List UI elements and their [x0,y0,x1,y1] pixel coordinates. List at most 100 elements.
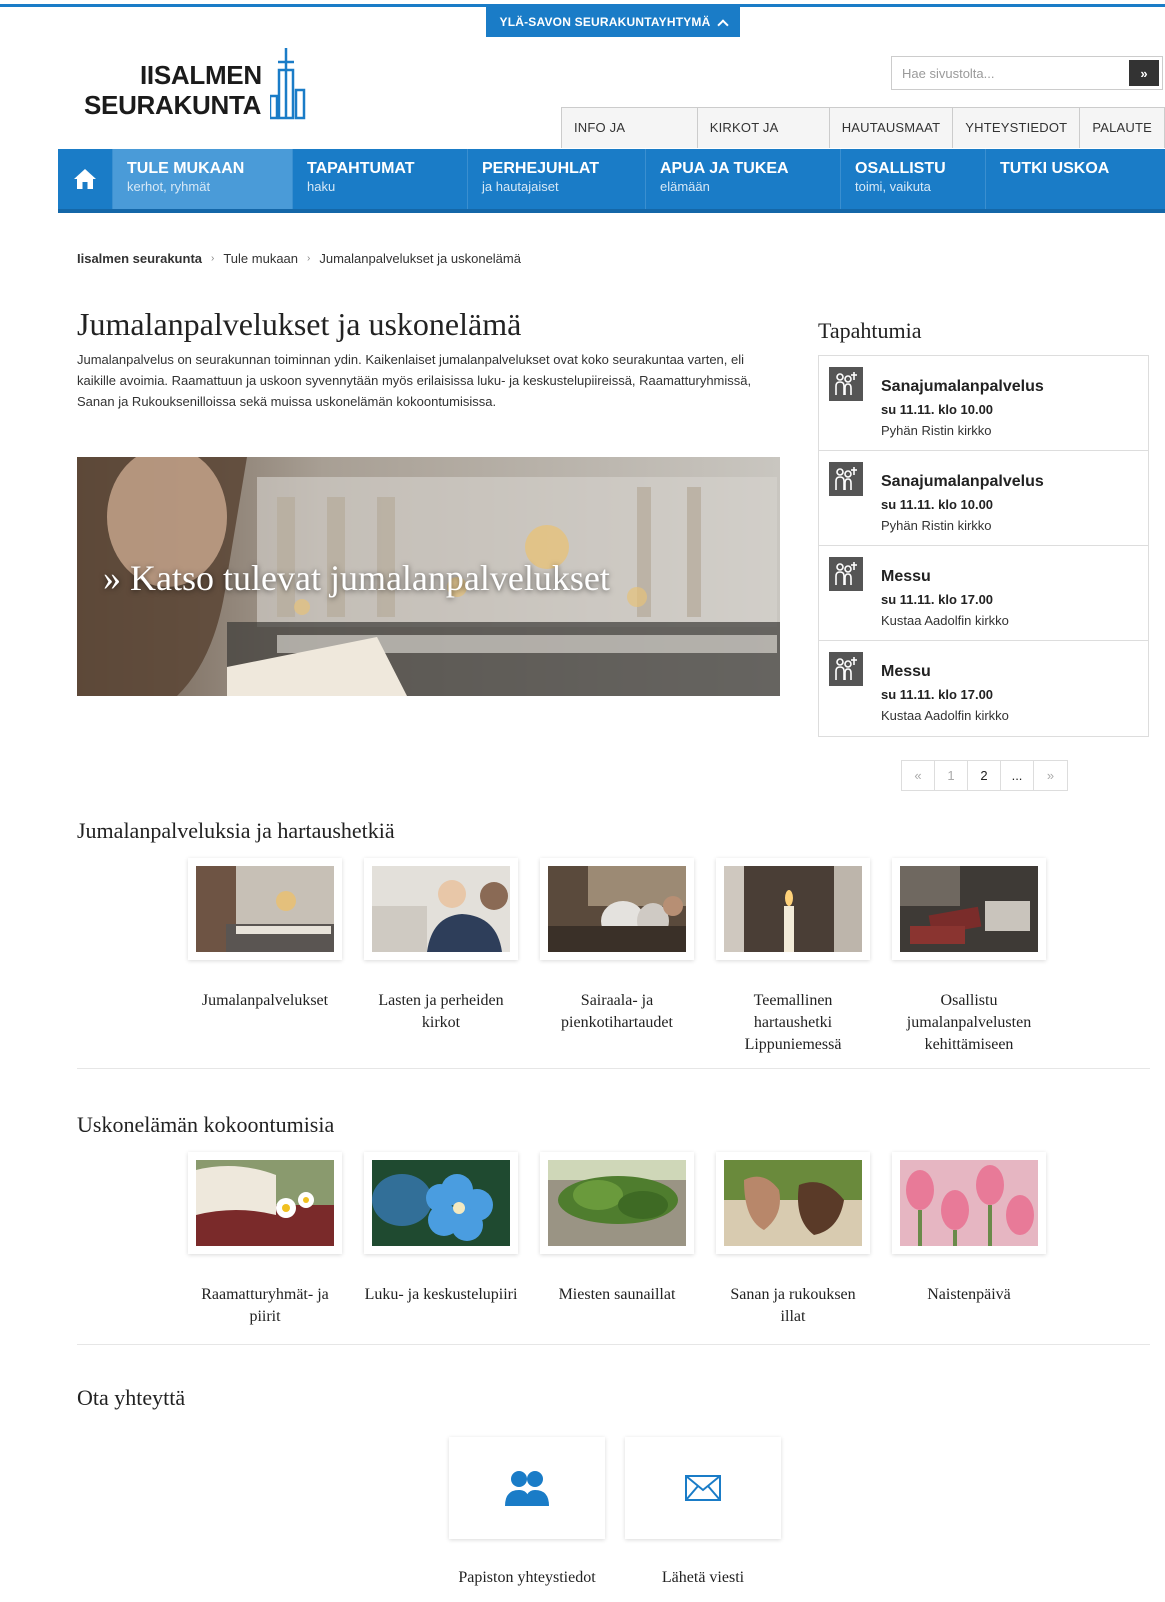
thumb-card[interactable]: Jumalanpalvelukset [188,858,342,1056]
home-icon [74,169,96,189]
hero-banner[interactable]: » Katso tulevat jumalanpalvelukset [77,457,780,696]
util-nav-churches[interactable]: KIRKOT JA TILAT [698,108,830,175]
breadcrumb-current: Jumalanpalvelukset ja uskonelämä [319,251,521,266]
pager-ellipsis[interactable]: ... [1001,761,1034,790]
nav-subtitle: ja hautajaiset [482,179,559,194]
event-item[interactable]: Sanajumalanpalvelus su 11.11. klo 10.00 … [819,451,1148,546]
logo[interactable]: IISALMEN SEURAKUNTA [84,48,324,128]
section-divider [77,1344,1150,1345]
contact-cards: Papiston yhteystiedot Lähetä viesti [449,1437,781,1587]
event-title: Messu [881,663,931,680]
worship-icon [829,367,863,401]
bible-daisies-image [196,1160,334,1246]
thumb-label[interactable]: Sanan ja rukouksen illat [716,1284,870,1328]
worship-thumbnails: Jumalanpalvelukset Lasten ja perheiden k… [188,858,1046,1056]
church-service-image [196,866,334,952]
nav-title: APUA JA TUKEA [660,160,789,177]
pager-first[interactable]: « [902,761,935,790]
worship-icon [829,557,863,591]
search-button[interactable]: » [1129,60,1159,86]
thumb-card[interactable]: Raamatturyhmät- ja piirit [188,1152,342,1328]
thumb-card[interactable]: Osallistu jumalanpalvelusten kehittämise… [892,858,1046,1056]
thumb-card[interactable]: Sairaala- ja pienkotihartaudet [540,858,694,1056]
main-nav: TULE MUKAAN kerhot, ryhmät TAPAHTUMAT ha… [58,149,1165,213]
events-list: Sanajumalanpalvelus su 11.11. klo 10.00 … [818,355,1149,737]
breadcrumb-separator-icon: › [307,253,311,264]
nav-title: OSALLISTU [855,160,946,177]
thumb-label[interactable]: Jumalanpalvelukset [188,990,342,1012]
search-input[interactable] [892,57,1122,89]
nav-title: TUTKI USKOA [1000,160,1110,177]
util-nav-contacts[interactable]: YHTEYSTIEDOT [953,108,1081,148]
thumb-label[interactable]: Naistenpäivä [892,1284,1046,1306]
breadcrumb: Iisalmen seurakunta › Tule mukaan › Juma… [77,251,521,266]
nav-apua-ja-tukea[interactable]: APUA JA TUKEA elämään [646,149,841,209]
nav-tapahtumat[interactable]: TAPAHTUMAT haku [293,149,468,209]
thumb-label[interactable]: Raamatturyhmät- ja piirit [188,1284,342,1328]
nav-subtitle: haku [307,179,336,194]
nav-title: TULE MUKAAN [127,160,245,177]
thumb-label[interactable]: Luku- ja keskustelupiiri [364,1284,518,1306]
thumb-card[interactable]: Sanan ja rukouksen illat [716,1152,870,1328]
event-title: Messu [881,568,931,585]
family-church-image [372,866,510,952]
event-item[interactable]: Messu su 11.11. klo 17.00 Kustaa Aadolfi… [819,641,1148,736]
nav-tutki-uskoa[interactable]: TUTKI USKOA [986,149,1123,209]
logo-line-1: IISALMEN [140,60,262,90]
util-nav-feedback[interactable]: PALAUTE [1080,108,1164,148]
group-tab[interactable]: YLÄ-SAVON SEURAKUNTAYHTYMÄ [486,7,740,37]
thumb-label[interactable]: Sairaala- ja pienkotihartaudet [540,990,694,1034]
home-button[interactable] [58,149,113,209]
thumb-card[interactable]: Lasten ja perheiden kirkot [364,858,518,1056]
thumb-label[interactable]: Miesten saunaillat [540,1284,694,1306]
send-message-card[interactable]: Lähetä viesti [625,1437,781,1587]
search-box: » [891,56,1163,90]
section-title: Uskonelämän kokoontumisia [77,1112,335,1137]
utility-nav: INFO JA ASIOINTI KIRKOT JA TILAT HAUTAUS… [561,107,1165,175]
thumb-card[interactable]: Luku- ja keskustelupiiri [364,1152,518,1328]
event-date: su 11.11. klo 10.00 [881,402,994,417]
breadcrumb-parent[interactable]: Tule mukaan [223,251,298,266]
group-tab-label: YLÄ-SAVON SEURAKUNTAYHTYMÄ [499,15,711,29]
hero-caption[interactable]: » Katso tulevat jumalanpalvelukset [103,557,610,599]
breadcrumb-home[interactable]: Iisalmen seurakunta [77,251,202,266]
logo-line-2: SEURAKUNTA [84,90,262,120]
thumb-card[interactable]: Teemallinen hartaushetki Lippuniemessä [716,858,870,1056]
contact-label[interactable]: Lähetä viesti [625,1569,781,1587]
nav-subtitle: kerhot, ryhmät [127,179,211,194]
nav-perhejuhlat[interactable]: PERHEJUHLAT ja hautajaiset [468,149,646,209]
nav-osallistu[interactable]: OSALLISTU toimi, vaikuta [841,149,986,209]
thumb-card[interactable]: Naistenpäivä [892,1152,1046,1328]
nav-subtitle: elämään [660,179,710,194]
event-date: su 11.11. klo 17.00 [881,687,994,702]
thumb-label[interactable]: Teemallinen hartaushetki Lippuniemessä [716,990,870,1056]
thumb-label[interactable]: Osallistu jumalanpalvelusten kehittämise… [892,990,1046,1056]
worship-icon [829,652,863,686]
contact-label[interactable]: Papiston yhteystiedot [449,1569,605,1587]
util-nav-info[interactable]: INFO JA ASIOINTI [562,108,698,175]
sauna-whisk-image [548,1160,686,1246]
people-icon [505,1471,549,1506]
pager-page-1[interactable]: 1 [935,761,968,790]
nav-subtitle: toimi, vaikuta [855,179,931,194]
intro-text: Jumalanpalvelus on seurakunnan toiminnan… [77,352,752,409]
thumb-card[interactable]: Miesten saunaillat [540,1152,694,1328]
event-item[interactable]: Sanajumalanpalvelus su 11.11. klo 10.00 … [819,356,1148,451]
event-date: su 11.11. klo 10.00 [881,497,994,512]
thumb-label[interactable]: Lasten ja perheiden kirkot [364,990,518,1034]
event-title: Sanajumalanpalvelus [881,378,1044,395]
event-title: Sanajumalanpalvelus [881,473,1044,490]
event-item[interactable]: Messu su 11.11. klo 17.00 Kustaa Aadolfi… [819,546,1148,641]
event-place: Pyhän Ristin kirkko [881,423,992,438]
util-nav-cemeteries[interactable]: HAUTAUSMAAT [830,108,954,148]
pagination: « 1 2 ... » [901,760,1068,791]
section-title: Ota yhteyttä [77,1385,186,1410]
tulips-image [900,1160,1038,1246]
clergy-contacts-card[interactable]: Papiston yhteystiedot [449,1437,605,1587]
nav-tule-mukaan[interactable]: TULE MUKAAN kerhot, ryhmät [113,149,293,209]
event-date: su 11.11. klo 17.00 [881,592,994,607]
gathering-thumbnails: Raamatturyhmät- ja piirit Luku- ja kesku… [188,1152,1046,1328]
envelope-icon [685,1475,721,1501]
pager-last[interactable]: » [1034,761,1067,790]
pager-page-2[interactable]: 2 [968,761,1001,790]
